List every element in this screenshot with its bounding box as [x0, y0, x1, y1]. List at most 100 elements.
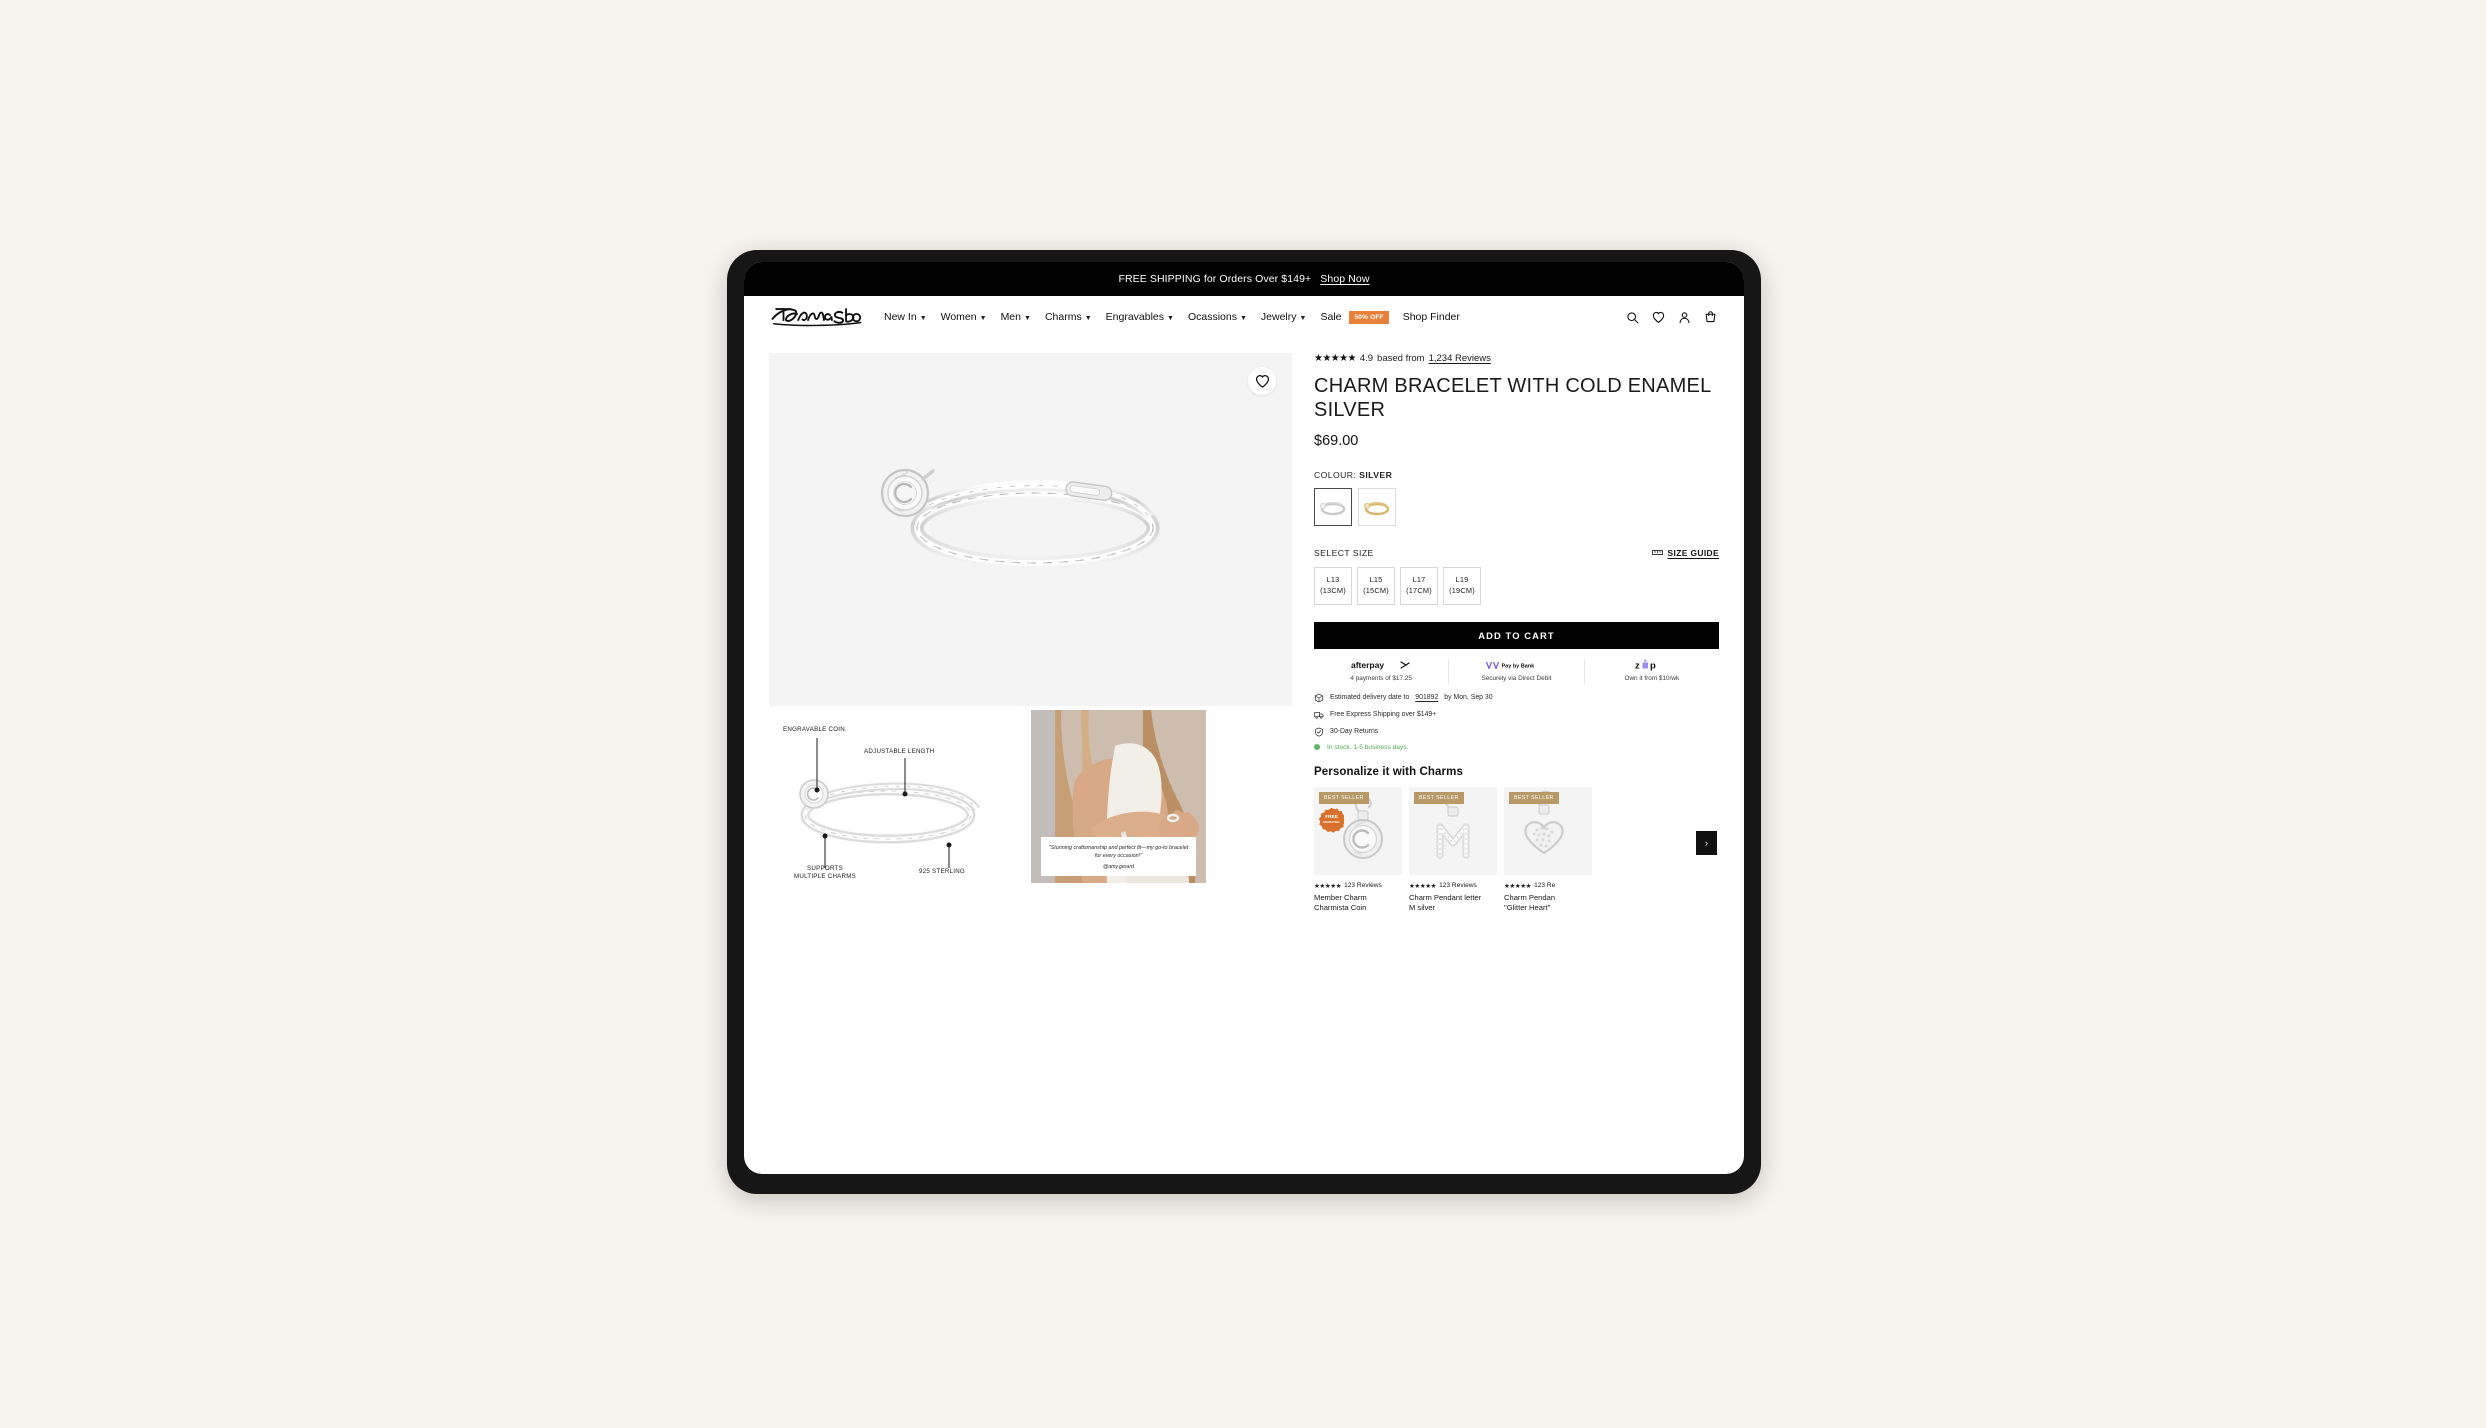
- stock-status-text: In stock. 1-5 business days.: [1327, 743, 1409, 751]
- colour-swatch-silver[interactable]: [1314, 487, 1352, 526]
- cart-icon[interactable]: [1704, 310, 1717, 324]
- size-cm: (15CM): [1363, 585, 1389, 595]
- free-shipping-line: Free Express Shipping over $149+: [1314, 710, 1719, 720]
- delivery-pre-text: Estimated delivery date to: [1330, 694, 1410, 702]
- payment-option-afterpay[interactable]: afterpay 4 payments of $17.25: [1314, 658, 1450, 684]
- colour-swatch-gold[interactable]: [1358, 487, 1396, 526]
- charm-title-line1: Charm Pendant letter: [1409, 892, 1482, 902]
- svg-text:p: p: [1650, 661, 1656, 672]
- charm-reviews-count: 123 Reviews: [1439, 882, 1477, 890]
- annotation-supports-charms-line1: SUPPORTS: [807, 865, 843, 872]
- afterpay-terms: 4 payments of $17.25: [1350, 674, 1412, 682]
- delivery-estimate-line: Estimated delivery date to 901892 by Mon…: [1314, 693, 1719, 703]
- page-title: CHARM BRACELET WITH COLD ENAMEL SILVER: [1314, 375, 1711, 422]
- charms-section-title: Personalize it with Charms: [1314, 765, 1463, 778]
- nav-item-engravables[interactable]: Engravables ▼: [1106, 311, 1174, 323]
- afterpay-logo: afterpay: [1316, 660, 1446, 671]
- product-price: $69.00: [1314, 432, 1359, 449]
- charm-card[interactable]: BEST SELLER ★★★★★ 123 Reviews Charm Pend…: [1409, 786, 1497, 914]
- free-badge-line2: ENGRAVING: [1323, 821, 1340, 825]
- colour-swatch-group: [1314, 487, 1719, 526]
- account-icon[interactable]: [1678, 311, 1691, 324]
- bracelet-feature-diagram: [799, 738, 981, 868]
- charm-title-line2: M silver: [1409, 903, 1436, 913]
- product-main-image[interactable]: THOMAS SABO: [769, 353, 1292, 706]
- announcement-text: FREE SHIPPING for Orders Over $149+: [1118, 273, 1312, 285]
- add-to-cart-button[interactable]: ADD TO CART: [1314, 621, 1719, 649]
- charm-rating: ★★★★★ 123 Reviews: [1314, 882, 1402, 890]
- charm-title: Member Charm Charmista Coin: [1314, 893, 1402, 914]
- best-seller-badge: BEST SELLER: [1414, 791, 1464, 804]
- chevron-down-icon: ▼: [1167, 314, 1174, 322]
- charm-reviews-count: 123 Reviews: [1344, 882, 1382, 890]
- charm-card[interactable]: THOMAS SABO BEST SELLER FREE ENGRAVING ★…: [1314, 786, 1402, 914]
- gold-bracelet-thumb: [1364, 501, 1390, 515]
- size-option-l13[interactable]: L13 (13CM): [1314, 566, 1352, 605]
- charm-title-line1: Member Charm: [1314, 892, 1367, 902]
- size-cm: (13CM): [1320, 585, 1346, 595]
- size-guide-link[interactable]: SIZE GUIDE: [1651, 548, 1719, 558]
- payment-option-paybybank[interactable]: Pay by Bank Securely via Direct Debit: [1449, 658, 1585, 684]
- nav-label: Ocassions: [1187, 311, 1237, 323]
- size-code: L19: [1455, 575, 1469, 585]
- main-navigation: New In ▼ Women ▼ Men ▼ Charms ▼ Engravab…: [884, 310, 1626, 324]
- nav-item-ocassions[interactable]: Ocassions ▼: [1188, 311, 1247, 323]
- announcement-bar: FREE SHIPPING for Orders Over $149+ Shop…: [744, 262, 1744, 296]
- charm-stars: ★★★★★: [1409, 882, 1437, 890]
- size-code: L13: [1326, 575, 1340, 585]
- nav-item-women[interactable]: Women ▼: [941, 311, 987, 323]
- gallery-ugc-tile[interactable]: "Stunning craftsmanship and perfect fit—…: [1031, 710, 1206, 883]
- size-option-l19[interactable]: L19 (19CM): [1443, 566, 1481, 605]
- charm-image: BEST SELLER: [1409, 786, 1497, 875]
- gallery-diagram-tile[interactable]: ENGRAVABLE COIN ADJUSTABLE LENGTH SUPPOR…: [769, 710, 1029, 883]
- nav-item-charms[interactable]: Charms ▼: [1045, 311, 1092, 323]
- announcement-shop-now-link[interactable]: Shop Now: [1320, 273, 1369, 285]
- nav-item-sale[interactable]: Sale: [1320, 311, 1341, 323]
- charm-image: BEST SELLER: [1504, 786, 1592, 875]
- sale-discount-badge: 50% OFF: [1349, 310, 1389, 324]
- nav-label: Men: [1000, 311, 1021, 323]
- zip-logo: z p: [1587, 659, 1717, 672]
- annotation-engravable-coin: ENGRAVABLE COIN: [783, 726, 845, 733]
- nav-label: Women: [940, 311, 977, 323]
- size-cm: (17CM): [1406, 585, 1432, 595]
- size-option-l17[interactable]: L17 (17CM): [1400, 566, 1438, 605]
- stock-indicator-dot: [1314, 744, 1320, 751]
- annotation-adjustable-length: ADJUSTABLE LENGTH: [864, 748, 935, 755]
- add-to-wishlist-button[interactable]: [1248, 367, 1276, 395]
- returns-line: 30-Day Returns: [1314, 727, 1719, 737]
- charm-title: Charm Pendant letter M silver: [1409, 893, 1497, 914]
- nav-item-men[interactable]: Men ▼: [1001, 311, 1031, 323]
- best-seller-badge: BEST SELLER: [1509, 791, 1559, 804]
- search-icon[interactable]: [1626, 311, 1639, 324]
- chevron-down-icon: ▼: [979, 314, 987, 322]
- wishlist-heart-icon[interactable]: [1652, 311, 1665, 324]
- colour-selected-value: SILVER: [1359, 469, 1393, 480]
- charm-card[interactable]: BEST SELLER ★★★★★ 123 Re Charm Pendan "G…: [1504, 786, 1592, 914]
- paybybank-logo: Pay by Bank: [1451, 660, 1581, 671]
- zip-terms: Own it from $10/wk: [1624, 674, 1680, 682]
- gallery-thumbnail-row: ENGRAVABLE COIN ADJUSTABLE LENGTH SUPPOR…: [769, 710, 1292, 883]
- nav-item-jewelry[interactable]: Jewelry ▼: [1261, 311, 1307, 323]
- chevron-down-icon: ▼: [919, 314, 927, 322]
- ugc-quote-text: "Stunning craftsmanship and perfect fit—…: [1048, 844, 1189, 859]
- rating-stars: ★★★★★: [1314, 353, 1356, 364]
- product-info-column: ★★★★★ 4.9 based from 1,234 Reviews CHARM…: [1314, 353, 1719, 913]
- payment-option-zip[interactable]: z p Own it from $10/wk: [1585, 659, 1719, 684]
- chevron-down-icon: ▼: [1084, 314, 1092, 322]
- svg-text:z: z: [1635, 661, 1640, 672]
- chevron-down-icon: ▼: [1239, 314, 1247, 322]
- delivery-postcode-link[interactable]: 901892: [1415, 694, 1438, 701]
- annotation-925-sterling: 925 STERLING: [919, 868, 965, 875]
- thomas-sabo-logo[interactable]: [770, 304, 862, 330]
- bracelet-image: THOMAS SABO: [880, 468, 1160, 570]
- size-cm: (19CM): [1449, 585, 1475, 595]
- nav-item-shop-finder[interactable]: Shop Finder: [1403, 311, 1460, 323]
- nav-item-new-in[interactable]: New In ▼: [884, 311, 927, 323]
- truck-icon: [1314, 711, 1324, 719]
- size-option-group: L13 (13CM) L15 (15CM) L17 (17CM) L19 (19…: [1314, 566, 1719, 605]
- size-option-l15[interactable]: L15 (15CM): [1357, 566, 1395, 605]
- carousel-next-button[interactable]: ›: [1696, 830, 1717, 855]
- reviews-count-link[interactable]: 1,234 Reviews: [1429, 353, 1491, 364]
- nav-label: Sale: [1320, 311, 1342, 323]
